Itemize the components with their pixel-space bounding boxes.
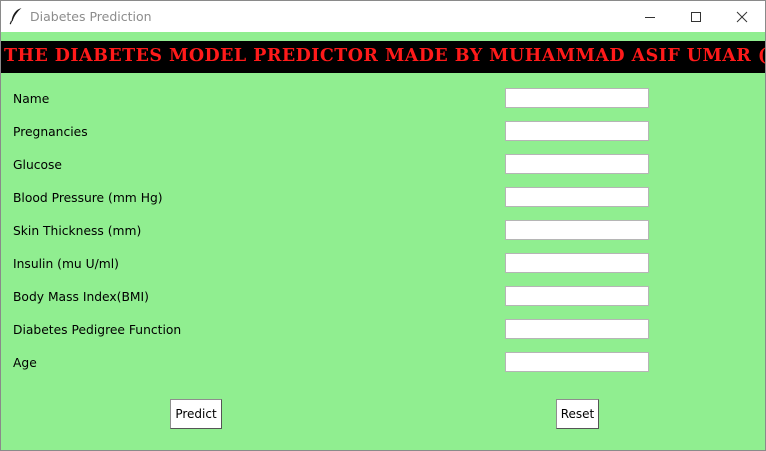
- name-input[interactable]: [505, 88, 649, 108]
- reset-button[interactable]: Reset: [556, 399, 599, 429]
- label-pregnancies: Pregnancies: [13, 125, 88, 139]
- window-title: Diabetes Prediction: [30, 9, 152, 24]
- glucose-input[interactable]: [505, 154, 649, 174]
- header-banner: The Diabetes Model Predictor Made by Muh…: [1, 41, 765, 73]
- label-name: Name: [13, 92, 50, 106]
- maximize-icon: [691, 11, 701, 22]
- close-button[interactable]: [719, 1, 765, 32]
- label-insulin: Insulin (mu U/ml): [13, 257, 119, 271]
- predict-button[interactable]: Predict: [170, 399, 222, 429]
- pregnancies-input[interactable]: [505, 121, 649, 141]
- app-window: Diabetes Prediction The Diabetes Model P…: [0, 0, 766, 451]
- pedigree-function-input[interactable]: [505, 319, 649, 339]
- minimize-icon: [645, 16, 655, 18]
- bmi-input[interactable]: [505, 286, 649, 306]
- label-glucose: Glucose: [13, 158, 62, 172]
- insulin-input[interactable]: [505, 253, 649, 273]
- age-input[interactable]: [505, 352, 649, 372]
- close-icon: [736, 11, 748, 22]
- blood-pressure-input[interactable]: [505, 187, 649, 207]
- label-age: Age: [13, 356, 37, 370]
- minimize-button[interactable]: [627, 1, 673, 32]
- label-skin-thickness: Skin Thickness (mm): [13, 224, 142, 238]
- label-bmi: Body Mass Index(BMI): [13, 290, 149, 304]
- label-pedigree-function: Diabetes Pedigree Function: [13, 323, 182, 337]
- banner-title: The Diabetes Model Predictor Made by Muh…: [4, 46, 765, 66]
- label-blood-pressure: Blood Pressure (mm Hg): [13, 191, 163, 205]
- maximize-button[interactable]: [673, 1, 719, 32]
- skin-thickness-input[interactable]: [505, 220, 649, 240]
- feather-icon: [9, 8, 22, 25]
- title-bar[interactable]: Diabetes Prediction: [1, 1, 765, 32]
